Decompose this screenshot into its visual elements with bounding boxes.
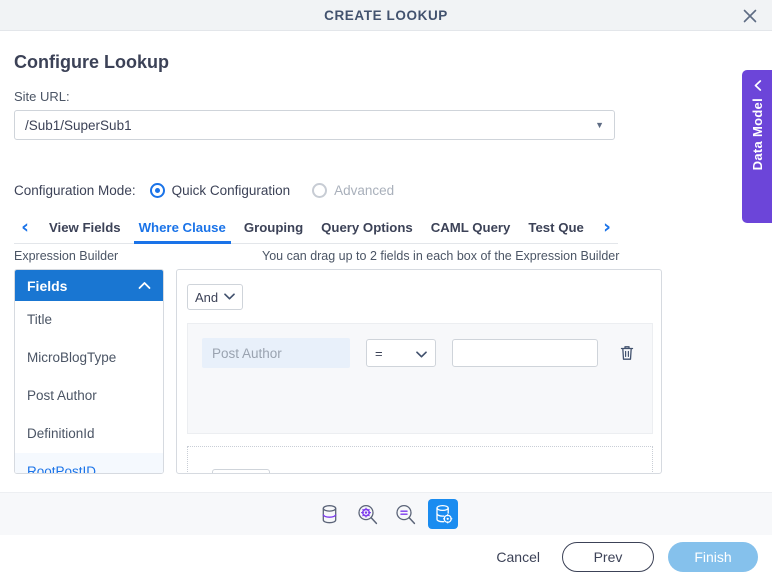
chevron-up-icon bbox=[138, 279, 151, 293]
radio-quick-configuration-label: Quick Configuration bbox=[171, 183, 291, 198]
condition-row: Post Author = bbox=[202, 338, 638, 368]
configuration-mode-radios: Quick Configuration Advanced bbox=[149, 183, 417, 198]
dialog-titlebar: CREATE LOOKUP bbox=[0, 0, 772, 31]
trash-icon[interactable] bbox=[616, 341, 638, 365]
close-icon[interactable] bbox=[738, 4, 762, 28]
dialog-footer: Cancel Prev Finish bbox=[0, 535, 772, 578]
search-settings-icon[interactable] bbox=[352, 499, 382, 529]
site-url-label: Site URL: bbox=[14, 89, 70, 104]
radio-selected-icon bbox=[149, 183, 165, 198]
logic-operator-select-secondary[interactable] bbox=[212, 469, 270, 473]
data-model-panel-toggle[interactable]: Data Model bbox=[742, 70, 772, 223]
finish-button[interactable]: Finish bbox=[668, 541, 758, 572]
configuration-mode-label: Configuration Mode: bbox=[14, 183, 136, 198]
database-settings-icon[interactable] bbox=[428, 499, 458, 529]
view-mode-toolbar bbox=[0, 492, 772, 535]
chevron-down-icon bbox=[224, 292, 235, 303]
chevron-right-icon[interactable]: › bbox=[596, 217, 618, 237]
dialog-title: CREATE LOOKUP bbox=[324, 7, 448, 23]
expression-builder-box: And Post Author = bbox=[176, 269, 662, 474]
list-item[interactable]: MicroBlogType bbox=[15, 339, 163, 377]
tab-bar: ‹ View Fields Where Clause Grouping Quer… bbox=[14, 211, 618, 244]
radio-advanced[interactable]: Advanced bbox=[312, 183, 394, 198]
list-item[interactable]: Title bbox=[15, 301, 163, 339]
tab-query-options[interactable]: Query Options bbox=[312, 220, 422, 244]
data-model-label: Data Model bbox=[749, 98, 765, 171]
condition-group: Post Author = bbox=[187, 323, 653, 434]
search-equals-icon[interactable] bbox=[390, 499, 420, 529]
tab-test-query[interactable]: Test Que bbox=[519, 220, 592, 244]
page-title: Configure Lookup bbox=[14, 52, 169, 72]
logic-operator-select[interactable]: And bbox=[187, 284, 243, 310]
tab-view-fields[interactable]: View Fields bbox=[40, 220, 130, 244]
condition-group-empty bbox=[187, 446, 653, 473]
database-icon[interactable] bbox=[314, 499, 344, 529]
list-item[interactable]: Post Author bbox=[15, 377, 163, 415]
site-url-value: /Sub1/SuperSub1 bbox=[25, 117, 132, 133]
tab-list: View Fields Where Clause Grouping Query … bbox=[40, 211, 594, 244]
radio-unselected-icon bbox=[312, 183, 328, 198]
chevron-left-icon bbox=[751, 80, 764, 92]
cancel-button[interactable]: Cancel bbox=[488, 545, 548, 569]
radio-advanced-label: Advanced bbox=[334, 183, 395, 198]
tab-grouping[interactable]: Grouping bbox=[235, 220, 312, 244]
chevron-down-icon: ▼ bbox=[595, 120, 604, 130]
condition-operator-value: = bbox=[375, 345, 383, 361]
condition-value-input[interactable] bbox=[452, 339, 598, 367]
chevron-down-icon bbox=[416, 346, 427, 361]
list-item[interactable]: DefinitionId bbox=[15, 415, 163, 453]
dialog-body: Configure Lookup Site URL: /Sub1/SuperSu… bbox=[0, 31, 772, 492]
configuration-mode-row: Configuration Mode: Quick Configuration … bbox=[14, 183, 416, 198]
site-url-select[interactable]: /Sub1/SuperSub1 ▼ bbox=[14, 110, 615, 140]
tab-where-clause[interactable]: Where Clause bbox=[130, 220, 235, 244]
list-item[interactable]: RootPostID bbox=[15, 453, 163, 473]
prev-button[interactable]: Prev bbox=[562, 541, 654, 572]
fields-panel-title: Fields bbox=[27, 277, 68, 294]
expression-builder-hint: You can drag up to 2 fields in each box … bbox=[262, 249, 620, 263]
tab-caml-query[interactable]: CAML Query bbox=[422, 220, 520, 244]
fields-panel-header[interactable]: Fields bbox=[15, 270, 163, 301]
logic-operator-value: And bbox=[195, 289, 219, 305]
create-lookup-dialog: CREATE LOOKUP Configure Lookup Site URL:… bbox=[0, 0, 772, 578]
fields-list: Title MicroBlogType Post Author Definiti… bbox=[15, 301, 163, 473]
radio-quick-configuration[interactable]: Quick Configuration bbox=[149, 183, 291, 198]
fields-panel: Fields Title MicroBlogType Post Author D… bbox=[14, 269, 164, 474]
chevron-left-icon[interactable]: ‹ bbox=[14, 217, 36, 237]
expression-builder-label: Expression Builder bbox=[14, 249, 119, 263]
condition-field-chip[interactable]: Post Author bbox=[202, 338, 350, 368]
condition-operator-select[interactable]: = bbox=[366, 339, 436, 367]
